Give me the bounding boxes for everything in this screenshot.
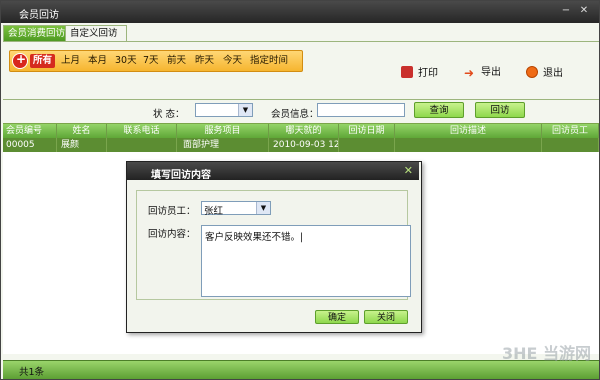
cell-return-date bbox=[339, 138, 395, 152]
column-header[interactable]: 哪天就的 bbox=[269, 124, 339, 138]
column-header[interactable]: 会员编号 bbox=[3, 124, 57, 138]
content-label: 回访内容： bbox=[148, 229, 196, 240]
cell-visit-date-source: 2010-09-03 12:1 bbox=[269, 138, 339, 152]
table-header-row: 会员编号 姓名 联系电话 服务项目 哪天就的 回访日期 回访描述 回访员工 bbox=[3, 124, 599, 138]
table-row[interactable]: 00005 展颜 面部护理 2010-09-03 12:1 bbox=[3, 138, 599, 152]
watermark: 3HE 当游网 bbox=[501, 344, 591, 363]
tab-consumption-visit[interactable]: 会员消费回访 bbox=[3, 25, 73, 41]
column-header[interactable]: 回访员工 bbox=[542, 124, 599, 138]
chevron-down-icon[interactable]: ▼ bbox=[256, 202, 270, 214]
exit-button[interactable]: 退出 bbox=[526, 66, 563, 80]
arrow-right-icon: ➜ bbox=[464, 66, 475, 80]
cell-staff bbox=[542, 138, 599, 152]
record-count: 共1条 bbox=[19, 367, 45, 378]
cell-phone bbox=[107, 138, 177, 152]
filter-30-days[interactable]: 30天 bbox=[113, 54, 139, 68]
filter-7-days[interactable]: 7天 bbox=[141, 54, 161, 68]
window-title: 会员回访 bbox=[19, 10, 59, 21]
filter-panel: 所有 上月 本月 30天 7天 前天 昨天 今天 指定时间 打印 ➜ 导出 退出 bbox=[3, 41, 599, 100]
member-visit-window: 会员回访 − ✕ 会员消费回访 自定义回访 所有 上月 本月 30天 7天 前天… bbox=[0, 0, 600, 380]
export-button[interactable]: ➜ 导出 bbox=[464, 66, 501, 80]
column-header[interactable]: 回访日期 bbox=[339, 124, 395, 138]
printer-icon bbox=[401, 66, 413, 78]
column-header[interactable]: 姓名 bbox=[57, 124, 107, 138]
column-header[interactable]: 回访描述 bbox=[395, 124, 542, 138]
content-value: 客户反映效果还不错。| bbox=[205, 232, 304, 243]
staff-select[interactable]: 张红 ▼ bbox=[201, 201, 271, 217]
member-info-label: 会员信息： bbox=[271, 109, 319, 120]
print-button[interactable]: 打印 bbox=[401, 66, 438, 80]
visit-button[interactable]: 回访 bbox=[475, 102, 525, 118]
filter-all[interactable]: 所有 bbox=[30, 54, 56, 68]
tab-custom-visit[interactable]: 自定义回访 bbox=[65, 25, 127, 41]
crosshair-icon bbox=[12, 52, 28, 69]
cell-description bbox=[395, 138, 542, 152]
dialog-title-bar: 填写回访内容 ✕ bbox=[127, 162, 419, 181]
dialog-title: 填写回访内容 bbox=[151, 170, 211, 181]
visit-dialog: 填写回访内容 ✕ 回访员工： 张红 ▼ 回访内容： 客户反映效果还不错。| 确定… bbox=[126, 161, 422, 333]
status-label: 状 态： bbox=[153, 109, 185, 120]
staff-label: 回访员工： bbox=[148, 206, 196, 217]
tab-label: 自定义回访 bbox=[70, 28, 118, 39]
cell-service: 面部护理 bbox=[177, 138, 269, 152]
column-header[interactable]: 联系电话 bbox=[107, 124, 177, 138]
exit-label: 退出 bbox=[543, 68, 563, 79]
chevron-down-icon[interactable]: ▼ bbox=[238, 104, 252, 116]
filter-last-month[interactable]: 上月 bbox=[59, 54, 82, 68]
cell-name: 展颜 bbox=[57, 138, 107, 152]
close-button[interactable]: 关闭 bbox=[364, 310, 408, 324]
staff-value: 张红 bbox=[204, 206, 224, 217]
minimize-icon[interactable]: − bbox=[561, 6, 571, 16]
status-select[interactable]: ▼ bbox=[195, 103, 253, 117]
search-button[interactable]: 查询 bbox=[414, 102, 464, 118]
column-header[interactable]: 服务项目 bbox=[177, 124, 269, 138]
cell-member-id: 00005 bbox=[3, 138, 57, 152]
close-icon[interactable]: ✕ bbox=[404, 164, 413, 177]
search-row: 状 态： ▼ 会员信息： 查询 回访 bbox=[3, 99, 599, 122]
dialog-form: 回访员工： 张红 ▼ 回访内容： 客户反映效果还不错。| bbox=[136, 190, 411, 300]
member-info-input[interactable] bbox=[317, 103, 405, 117]
date-filter-bar: 所有 上月 本月 30天 7天 前天 昨天 今天 指定时间 bbox=[9, 50, 303, 72]
exit-icon bbox=[526, 66, 538, 78]
ok-button[interactable]: 确定 bbox=[315, 310, 359, 324]
print-label: 打印 bbox=[418, 68, 438, 79]
filter-today[interactable]: 今天 bbox=[221, 54, 244, 68]
filter-day-before-yesterday[interactable]: 前天 bbox=[165, 54, 188, 68]
title-bar: 会员回访 − ✕ bbox=[1, 1, 599, 23]
close-icon[interactable]: ✕ bbox=[579, 6, 589, 16]
filter-custom-time[interactable]: 指定时间 bbox=[248, 54, 290, 68]
filter-this-month[interactable]: 本月 bbox=[86, 54, 109, 68]
export-label: 导出 bbox=[481, 67, 501, 78]
content-textarea[interactable]: 客户反映效果还不错。| bbox=[201, 225, 411, 297]
filter-yesterday[interactable]: 昨天 bbox=[193, 54, 216, 68]
tab-label: 会员消费回访 bbox=[8, 28, 66, 39]
